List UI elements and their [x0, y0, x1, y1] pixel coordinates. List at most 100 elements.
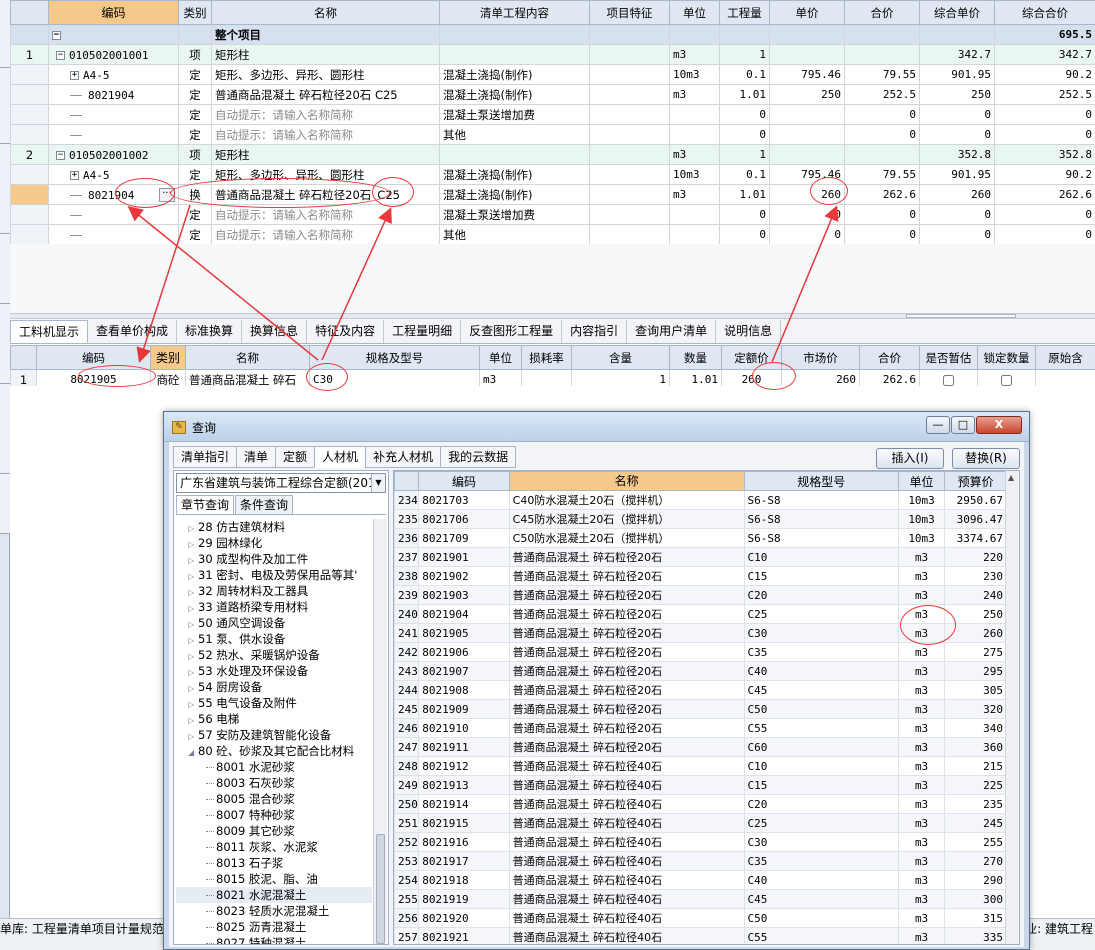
project-toggle-cell[interactable]: − — [48, 24, 179, 45]
table-row[interactable]: 定自动提示：请输入名称简称 其他 0 0 0 0 0 — [10, 224, 1095, 245]
tab-4[interactable]: 特征及内容 — [307, 320, 385, 343]
tree-item[interactable]: 8023 轻质水泥混凝土 — [176, 903, 372, 919]
col-header[interactable]: 单位 — [897, 471, 946, 491]
col-header[interactable]: 单位 — [479, 345, 522, 370]
tab-9[interactable]: 说明信息 — [716, 320, 782, 343]
item-content[interactable]: 混凝土浇捣(制作) — [439, 164, 590, 185]
code-cell[interactable] — [48, 224, 179, 245]
item-name[interactable]: 矩形、多边形、异形、圆形柱 — [211, 64, 440, 85]
tree-item[interactable]: ▷ 29 园林绿化 — [176, 535, 372, 551]
item-quantity[interactable]: 0 — [719, 124, 770, 145]
tree-item[interactable]: ◢ 80 砼、砂浆及其它配合比材料 — [176, 743, 372, 759]
side-tab-2[interactable] — [0, 68, 10, 144]
list-item[interactable]: 246 8021910 普通商品混凝土 碎石粒径20石 C55 m3 340 — [394, 718, 1007, 738]
item-feature[interactable] — [589, 124, 670, 145]
list-item[interactable]: 238 8021902 普通商品混凝土 碎石粒径20石 C15 m3 230 — [394, 566, 1007, 586]
query-mode-tab-0[interactable]: 章节查询 — [176, 495, 235, 514]
col-header[interactable] — [10, 0, 49, 25]
list-item[interactable]: 234 8021703 C40防水混凝土20石（搅拌机） S6-S8 10m3 2950.… — [394, 490, 1007, 510]
tab-0[interactable]: 工料机显示 — [10, 320, 89, 343]
item-feature[interactable] — [589, 184, 670, 205]
tree-item[interactable]: 8005 混合砂浆 — [176, 791, 372, 807]
replace-button[interactable]: 替换(R) — [952, 448, 1020, 469]
expand-arrow-icon[interactable]: ▷ — [188, 665, 198, 679]
minimize-button[interactable]: — — [926, 416, 950, 434]
col-header[interactable]: 编码 — [418, 471, 510, 491]
collapse-icon[interactable]: − — [52, 30, 61, 40]
col-header[interactable]: 原始含 — [1035, 345, 1095, 370]
code-cell[interactable]: 8021904 — [48, 84, 179, 105]
item-quantity[interactable]: 1 — [719, 144, 770, 165]
item-name[interactable]: 普通商品混凝土 碎石粒径20石 C25 — [211, 84, 440, 105]
table-row[interactable]: + A4-5 定矩形、多边形、异形、圆形柱 混凝土浇捣(制作) 10m3 0.1 795.4… — [10, 64, 1095, 85]
list-item[interactable]: 254 8021918 普通商品混凝土 碎石粒径40石 C40 m3 290 — [394, 870, 1007, 890]
col-header[interactable]: 市场价 — [781, 345, 860, 370]
item-name[interactable]: 自动提示：请输入名称简称 — [211, 204, 440, 225]
expand-icon[interactable]: + — [70, 70, 79, 80]
expand-arrow-icon[interactable]: ▷ — [188, 729, 198, 743]
collapse-icon[interactable]: − — [56, 50, 65, 60]
item-quantity[interactable]: 1 — [719, 44, 770, 65]
tree-item[interactable]: 8003 石灰砂浆 — [176, 775, 372, 791]
table-row[interactable]: 8021904 定普通商品混凝土 碎石粒径20石 C25 混凝土浇捣(制作) m3 1.… — [10, 84, 1095, 105]
tree-item[interactable]: ▷ 50 通风空调设备 — [176, 615, 372, 631]
col-header[interactable] — [10, 345, 37, 370]
item-content[interactable]: 混凝土泵送增加费 — [439, 104, 590, 125]
col-header[interactable]: 清单工程内容 — [439, 0, 590, 25]
tree-item[interactable]: ▷ 33 道路桥梁专用材料 — [176, 599, 372, 615]
scroll-up-icon[interactable]: ▲ — [1008, 473, 1014, 482]
expand-icon[interactable]: + — [70, 170, 79, 180]
insert-button[interactable]: 插入(I) — [876, 448, 944, 469]
item-quantity[interactable]: 0 — [719, 224, 770, 245]
item-content[interactable] — [439, 144, 590, 165]
item-quantity[interactable]: 1.01 — [719, 84, 770, 105]
item-price[interactable]: 795.46 — [769, 64, 845, 85]
tree-item[interactable]: ▷ 54 厨房设备 — [176, 679, 372, 695]
tree-item[interactable]: 8001 水泥砂浆 — [176, 759, 372, 775]
item-price[interactable] — [769, 144, 845, 165]
tree-item[interactable]: 8015 胶泥、脂、油 — [176, 871, 372, 887]
list-item[interactable]: 243 8021907 普通商品混凝土 碎石粒径20石 C40 m3 295 — [394, 661, 1007, 681]
col-header[interactable]: 类别 — [178, 0, 212, 25]
item-name[interactable]: 矩形柱 — [211, 144, 440, 165]
tree-item[interactable]: ▷ 52 热水、采暖锅炉设备 — [176, 647, 372, 663]
close-button[interactable]: X — [976, 416, 1022, 434]
item-content[interactable]: 混凝土泵送增加费 — [439, 204, 590, 225]
list-item[interactable]: 235 8021706 C45防水混凝土20石（搅拌机） S6-S8 10m3 3096.… — [394, 509, 1007, 529]
list-item[interactable]: 249 8021913 普通商品混凝土 碎石粒径40石 C15 m3 225 — [394, 775, 1007, 795]
code-cell[interactable]: + A4-5 — [48, 64, 179, 85]
side-tab-7[interactable] — [0, 474, 10, 534]
col-header[interactable]: 综合单价 — [919, 0, 995, 25]
item-price[interactable]: 0 — [769, 224, 845, 245]
list-item[interactable]: 250 8021914 普通商品混凝土 碎石粒径40石 C20 m3 235 — [394, 794, 1007, 814]
item-feature[interactable] — [589, 104, 670, 125]
expand-arrow-icon[interactable]: ▷ — [188, 713, 198, 727]
tab-8[interactable]: 查询用户清单 — [627, 320, 717, 343]
table-row[interactable]: 定自动提示：请输入名称简称 其他 0 0 0 0 — [10, 124, 1095, 145]
col-header[interactable]: 是否暂估 — [919, 345, 978, 370]
tab-7[interactable]: 内容指引 — [562, 320, 628, 343]
tree-item[interactable]: 8009 其它砂浆 — [176, 823, 372, 839]
side-tab-1[interactable] — [0, 0, 10, 68]
tree-item[interactable]: 8025 沥青混凝土 — [176, 919, 372, 935]
col-header[interactable]: 类别 — [150, 345, 186, 370]
col-header[interactable]: 名称 — [508, 471, 745, 491]
list-item[interactable]: 239 8021903 普通商品混凝土 碎石粒径20石 C20 m3 240 — [394, 585, 1007, 605]
panel-splitter[interactable] — [10, 313, 1095, 319]
tab-3[interactable]: 换算信息 — [242, 320, 308, 343]
tree-item[interactable]: 8021 水泥混凝土 — [176, 887, 372, 903]
tree-item[interactable]: 8013 石子浆 — [176, 855, 372, 871]
item-quantity[interactable]: 0.1 — [719, 164, 770, 185]
code-cell[interactable] — [48, 124, 179, 145]
tree-item[interactable]: 8027 特种混凝土 — [176, 935, 372, 944]
item-name[interactable]: 矩形柱 — [211, 44, 440, 65]
item-quantity[interactable]: 0 — [719, 204, 770, 225]
tree-item[interactable]: ▷ 57 安防及建筑智能化设备 — [176, 727, 372, 743]
list-item[interactable]: 237 8021901 普通商品混凝土 碎石粒径20石 C10 m3 220 — [394, 547, 1007, 567]
item-feature[interactable] — [589, 44, 670, 65]
tree-item[interactable]: 8011 灰浆、水泥浆 — [176, 839, 372, 855]
tree-item[interactable]: 8007 特种砂浆 — [176, 807, 372, 823]
tab-2[interactable]: 标准换算 — [177, 320, 243, 343]
col-header[interactable]: 综合合价 — [994, 0, 1095, 25]
item-name[interactable]: 自动提示：请输入名称简称 — [211, 224, 440, 245]
